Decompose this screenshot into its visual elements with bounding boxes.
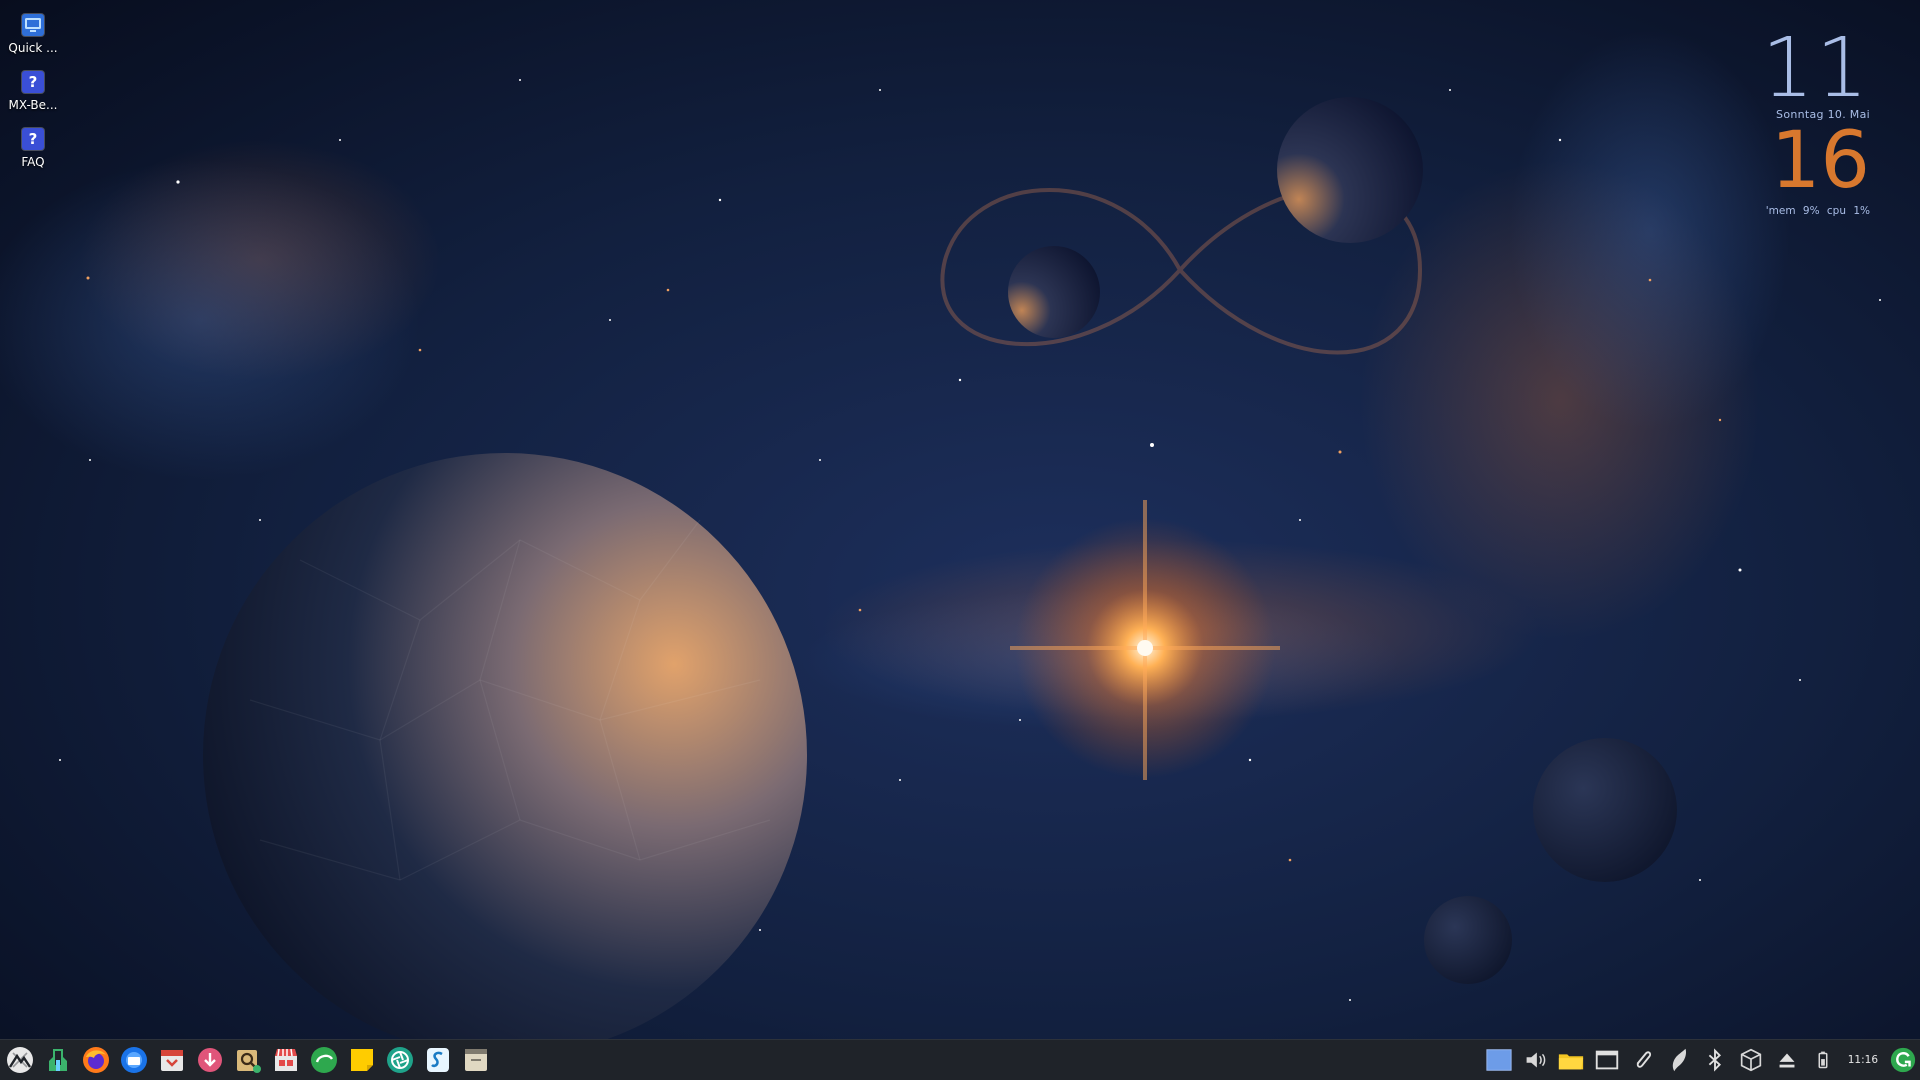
update-notifier-icon[interactable] [1888,1042,1918,1078]
folder-icon[interactable] [1556,1042,1586,1078]
search-files-icon[interactable] [230,1042,266,1078]
clock-minute: 16 [1770,116,1870,206]
panel-clock[interactable]: 11:16 [1844,1042,1882,1078]
clock-hour: 11 [1761,21,1870,116]
help-icon: ? [22,128,44,150]
desktop-icon-label: FAQ [21,155,45,169]
desktop-icon-quick[interactable]: Quick ... [4,14,62,55]
update-icon[interactable] [306,1042,342,1078]
volume-icon[interactable] [1520,1042,1550,1078]
system-tray: 11:16 [1478,1040,1920,1080]
taskbar-panel: 11:16 [0,1039,1920,1080]
mx-package-installer-icon[interactable] [154,1042,190,1078]
launcher-bar [0,1040,496,1080]
file-manager-icon[interactable] [458,1042,494,1078]
desktop-icon-label: MX-Be... [8,98,58,112]
help-icon: ? [22,71,44,93]
eject-icon[interactable] [1772,1042,1802,1078]
desktop-wallpaper [0,0,1920,1080]
conky-manager-icon[interactable] [420,1042,456,1078]
system-stats: 'mem 9% cpu 1% [1765,205,1870,217]
sticky-notes-icon[interactable] [344,1042,380,1078]
mx-menu-icon[interactable] [2,1042,38,1078]
firefox-icon[interactable] [78,1042,114,1078]
mx-tools-icon[interactable] [40,1042,76,1078]
downloader-icon[interactable] [192,1042,228,1078]
bluetooth-icon[interactable] [1700,1042,1730,1078]
aperture-icon[interactable] [382,1042,418,1078]
desktop-icon-mx-beginner[interactable]: ? MX-Be... [4,71,62,112]
flameshot-icon[interactable] [1664,1042,1694,1078]
conky-clock-widget: 11 Sonntag 10. Mai 16 'mem 9% cpu 1% [1730,21,1870,218]
desktop-icon-faq[interactable]: ? FAQ [4,128,62,169]
workspace-pager-icon[interactable] [1484,1042,1514,1078]
package-box-icon[interactable] [1736,1042,1766,1078]
monitor-icon [22,14,44,36]
app-store-icon[interactable] [268,1042,304,1078]
desktop-icon-label: Quick ... [8,41,58,55]
battery-icon[interactable] [1808,1042,1838,1078]
thunderbird-icon[interactable] [116,1042,152,1078]
window-icon[interactable] [1592,1042,1622,1078]
clipboard-icon[interactable] [1628,1042,1658,1078]
